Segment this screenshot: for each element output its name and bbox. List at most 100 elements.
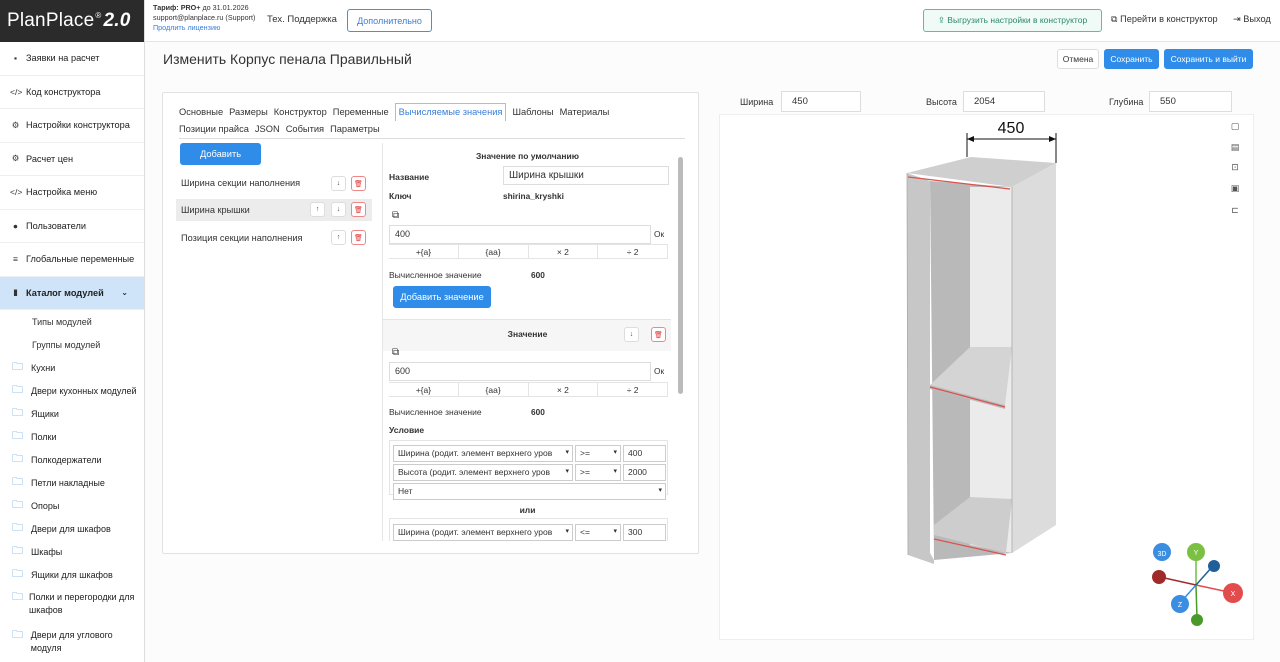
height-input[interactable]: 2054 xyxy=(963,91,1045,112)
sidebar-subitem[interactable]: Типы модулей xyxy=(0,310,144,333)
move-up-button[interactable]: ↑ xyxy=(310,202,325,217)
sidebar-item-4[interactable]: ⚙ Расчет цен xyxy=(0,143,144,176)
folder-item[interactable]: 🗀 Ящики для шкафов xyxy=(0,563,144,586)
save-exit-button[interactable]: Сохранить и выйти xyxy=(1164,49,1253,69)
default-value-input[interactable]: 400 xyxy=(389,225,651,244)
folder-item[interactable]: 🗀 Двери кухонных модулей xyxy=(0,379,144,402)
cancel-button[interactable]: Отмена xyxy=(1057,49,1099,69)
op-var-expr[interactable]: {aa} xyxy=(459,245,529,258)
op-add-var[interactable]: +{a} xyxy=(389,383,459,396)
save-button[interactable]: Сохранить xyxy=(1104,49,1159,69)
folder-item[interactable]: 🗀 Полкодержатели xyxy=(0,448,144,471)
condition-value-input[interactable]: 2000 xyxy=(623,464,666,481)
chevron-down-icon: ⌄ xyxy=(121,288,128,298)
tab-8[interactable]: Позиции прайса xyxy=(179,121,249,138)
condition-field-select[interactable]: Высота (родит. элемент верхнего уров ▾ xyxy=(393,464,573,481)
condition-field-select[interactable]: Ширина (родит. элемент верхнего уров ▾ xyxy=(393,524,573,541)
ops-row: +{a} {aa} × 2 ÷ 2 xyxy=(389,244,668,259)
tab-3[interactable]: Конструктор xyxy=(274,104,327,121)
value-input[interactable]: 600 xyxy=(389,362,651,381)
op-multiply[interactable]: × 2 xyxy=(529,383,599,396)
op-var-expr[interactable]: {aa} xyxy=(459,383,529,396)
form-scrollbar[interactable] xyxy=(677,147,684,537)
tab-4[interactable]: Переменные xyxy=(333,104,389,121)
op-divide[interactable]: ÷ 2 xyxy=(598,245,668,258)
add-button[interactable]: Добавить xyxy=(180,143,261,165)
tab-5[interactable]: Вычисляемые значения xyxy=(394,103,507,121)
sidebar-item-2[interactable]: </> Код конструктора xyxy=(0,76,144,109)
op-add-var[interactable]: +{a} xyxy=(389,245,459,258)
axis-neg-y-dot[interactable] xyxy=(1191,614,1203,626)
condition-value-input[interactable]: 300 xyxy=(623,524,666,541)
value-form: Значение по умолчанию Название Ширина кр… xyxy=(382,143,671,541)
axis-gizmo[interactable]: 3D Y X Z xyxy=(1152,543,1243,626)
tab-10[interactable]: События xyxy=(286,121,324,138)
sidebar-item-3[interactable]: ⚙ Настройки конструктора xyxy=(0,109,144,143)
edit-external-icon[interactable]: ⧉ xyxy=(392,347,399,358)
sidebar-item-5[interactable]: </> Настройка меню xyxy=(0,176,144,210)
condition-op-select[interactable]: <= ▾ xyxy=(575,524,621,541)
renew-license-link[interactable]: Продлить лицензию xyxy=(153,23,255,33)
condition-value-input[interactable]: 400 xyxy=(623,445,666,462)
folder-item[interactable]: 🗀 Петли накладные xyxy=(0,471,144,494)
delete-button[interactable]: 🗑 xyxy=(351,202,366,217)
support-link[interactable]: Тех. Поддержка xyxy=(267,14,337,25)
move-down-button[interactable]: ↓ xyxy=(331,176,346,191)
sidebar-item-label: Расчет цен xyxy=(26,153,74,164)
ok-button[interactable]: Ок xyxy=(654,366,664,376)
more-button[interactable]: Дополнительно xyxy=(347,9,432,32)
condition-extra-select[interactable]: Нет ▾ xyxy=(393,483,666,500)
add-value-button[interactable]: Добавить значение xyxy=(393,286,491,308)
delete-button[interactable]: 🗑 xyxy=(351,176,366,191)
move-down-button[interactable]: ↓ xyxy=(331,202,346,217)
tab-11[interactable]: Параметры xyxy=(330,121,380,138)
op-multiply[interactable]: × 2 xyxy=(529,245,599,258)
axis-neg-z-dot[interactable] xyxy=(1152,570,1166,584)
tab-6[interactable]: Шаблоны xyxy=(512,104,553,121)
sidebar-item-6[interactable]: ● Пользователи xyxy=(0,210,144,243)
folder-icon: 🗀 xyxy=(12,361,23,373)
folder-item[interactable]: 🗀 Полки xyxy=(0,425,144,448)
3d-viewer[interactable]: ▢ ▤ ⊡ ▣ ⊏ 450 3D Y X Z xyxy=(719,114,1254,640)
sidebar-item-1[interactable]: ▪ Заявки на расчет xyxy=(0,42,144,76)
condition-field-select[interactable]: Ширина (родит. элемент верхнего уров ▾ xyxy=(393,445,573,462)
depth-input[interactable]: 550 xyxy=(1149,91,1232,112)
tab-2[interactable]: Размеры xyxy=(229,104,268,121)
exit-link[interactable]: ⇥ Выход xyxy=(1233,14,1271,25)
folder-item[interactable]: 🗀 Полки и перегородки для шкафов xyxy=(0,586,144,624)
folder-icon: 🗀 xyxy=(12,545,23,557)
scroll-thumb[interactable] xyxy=(678,157,683,394)
ok-button[interactable]: Ок xyxy=(654,229,664,239)
delete-button[interactable]: 🗑 xyxy=(351,230,366,245)
logo[interactable]: PlanPlace ® 2.0 xyxy=(0,0,144,42)
move-down-button[interactable]: ↓ xyxy=(624,327,639,342)
folder-item[interactable]: 🗀 Кухни xyxy=(0,356,144,379)
condition-op-select[interactable]: >= ▾ xyxy=(575,464,621,481)
width-input[interactable]: 450 xyxy=(781,91,861,112)
document-icon: ▪ xyxy=(13,53,17,64)
sidebar-item-label: Каталог модулей xyxy=(26,287,104,298)
computed-label: Вычисленное значение xyxy=(389,270,482,280)
move-up-button[interactable]: ↑ xyxy=(331,230,346,245)
sidebar-item-8[interactable]: ▮ Каталог модулей ⌄ xyxy=(0,276,144,310)
editor-panel: Основные Размеры Конструктор Переменные Вычи… xyxy=(162,92,699,554)
tab-9[interactable]: JSON xyxy=(255,121,280,138)
delete-button[interactable]: 🗑 xyxy=(651,327,666,342)
axis-neg-x-dot[interactable] xyxy=(1208,560,1220,572)
folder-item[interactable]: 🗀 Ящики xyxy=(0,402,144,425)
goto-constructor-link[interactable]: ⧉ Перейти в конструктор xyxy=(1111,14,1218,25)
folder-item[interactable]: 🗀 Двери для углового модуля xyxy=(0,624,144,662)
export-settings-button[interactable]: ⇪ Выгрузить настройки в конструктор xyxy=(923,9,1102,32)
op-divide[interactable]: ÷ 2 xyxy=(598,383,668,396)
condition-op-select[interactable]: >= ▾ xyxy=(575,445,621,462)
sidebar-subitem[interactable]: Группы модулей xyxy=(0,333,144,356)
sidebar-item-label: Настройка меню xyxy=(26,187,98,198)
tab-7[interactable]: Материалы xyxy=(560,104,610,121)
folder-item[interactable]: 🗀 Двери для шкафов xyxy=(0,517,144,540)
folder-item[interactable]: 🗀 Опоры xyxy=(0,494,144,517)
name-input[interactable]: Ширина крышки xyxy=(503,166,669,185)
folder-item[interactable]: 🗀 Шкафы xyxy=(0,540,144,563)
sidebar-item-7[interactable]: ≡ Глобальные переменные xyxy=(0,243,144,277)
tab-1[interactable]: Основные xyxy=(179,104,223,121)
edit-external-icon[interactable]: ⧉ xyxy=(392,210,399,221)
